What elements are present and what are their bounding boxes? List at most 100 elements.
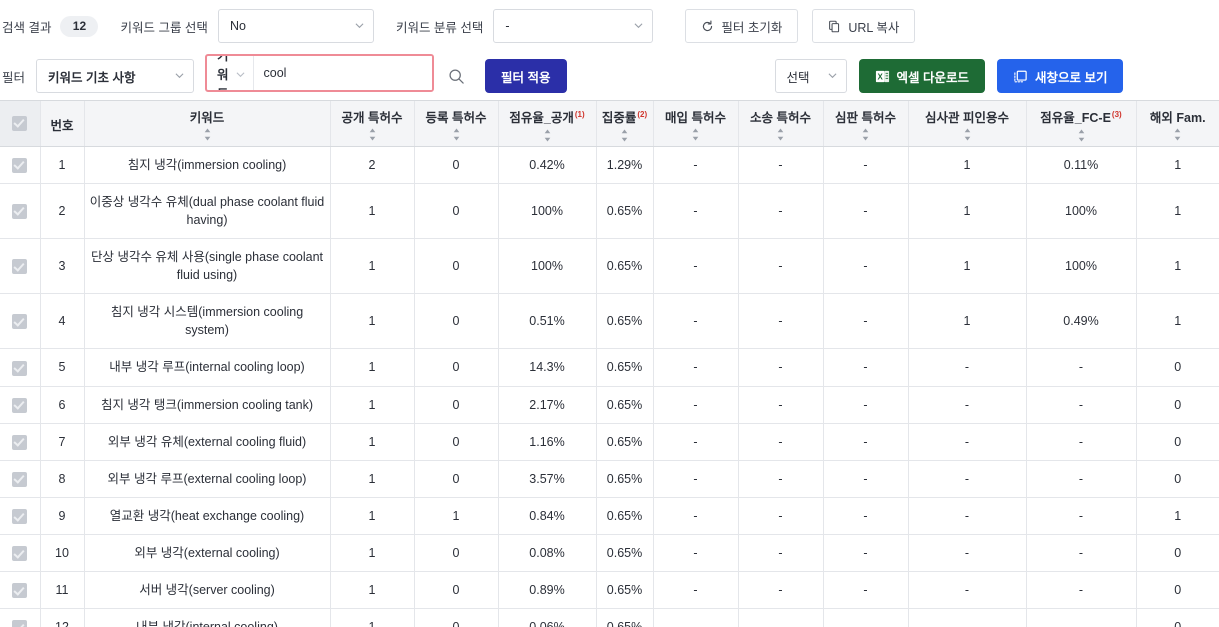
cell-registered-patents: 0 [414,146,499,184]
cell-keyword[interactable]: 외부 냉각 유체(external cooling fluid) [84,423,331,461]
sort-toggle-examiner-citations[interactable] [909,128,1026,145]
row-select-cell[interactable] [0,534,41,573]
sort-toggle-concentration[interactable] [597,129,653,146]
row-select-cell[interactable] [0,293,41,350]
row-select-cell[interactable] [0,146,41,184]
row-checkbox[interactable] [12,509,28,525]
excel-download-button[interactable]: X 엑셀 다운로드 [858,59,985,93]
row-checkbox[interactable] [12,546,28,562]
table-row[interactable]: 1 침지 냉각(immersion cooling) 2 0 0.42% 1.29% - - -… [0,146,1219,184]
sort-toggle-public-patents[interactable] [331,128,414,145]
table-row[interactable]: 10 외부 냉각(external cooling) 1 0 0.08% 0.65% - - -… [0,534,1219,573]
cell-keyword[interactable]: 내부 냉각 루프(internal cooling loop) [84,348,331,387]
table-row[interactable]: 11 서버 냉각(server cooling) 1 0 0.89% 0.65% - - - - -… [0,571,1219,610]
table-row[interactable]: 2 이중상 냉각수 유체(dual phase coolant fluid hav… [0,183,1219,239]
row-checkbox[interactable] [12,434,28,450]
row-checkbox[interactable] [12,203,28,219]
column-header-no-label: 번호 [50,119,74,134]
cell-keyword[interactable]: 이중상 냉각수 유체(dual phase coolant fluid havi… [84,183,331,239]
filter-field-select[interactable]: 키워드 기초 사항 [36,59,195,93]
row-select-cell[interactable] [0,460,41,498]
row-checkbox[interactable] [12,259,28,275]
cell-keyword[interactable]: 외부 냉각(external cooling) [84,534,331,573]
cell-keyword[interactable]: 내부 냉각(internal cooling) [84,608,331,627]
open-new-window-button[interactable]: 새창으로 보기 [996,59,1124,93]
cell-keyword[interactable]: 침지 냉각(immersion cooling) [84,146,331,184]
cell-registered-patents: 0 [414,534,499,573]
bulk-action-select[interactable]: 선택 [774,59,847,93]
table-row[interactable]: 8 외부 냉각 루프(external cooling loop) 1 0 3.57% 0… [0,460,1219,498]
cell-keyword[interactable]: 침지 냉각 탱크(immersion cooling tank) [84,386,331,424]
row-select-cell[interactable] [0,183,41,239]
cell-keyword[interactable]: 단상 냉각수 유체 사용(single phase coolant fluid … [84,238,331,295]
chevron-down-icon [175,71,184,80]
row-select-cell[interactable] [0,423,41,461]
apply-filter-button[interactable]: 필터 적용 [485,59,567,93]
table-row[interactable]: 12내부 냉각(internal cooling)100.06%0.65%---… [0,608,1219,627]
select-all-header[interactable] [0,101,41,147]
table-body: 1 침지 냉각(immersion cooling) 2 0 0.42% 1.29% - - -… [0,146,1219,627]
column-header-keyword-label: 키워드 [189,110,225,125]
row-select-cell[interactable] [0,497,41,536]
open-new-window-label: 새창으로 보기 [1034,70,1108,85]
row-select-cell[interactable] [0,348,41,387]
table-row[interactable]: 3 단상 냉각수 유체 사용(single phase coolant fluid… [0,238,1219,295]
bulk-action-select-value: 선택 [786,70,810,85]
sort-toggle-overseas-fam[interactable] [1137,128,1219,145]
table-row[interactable]: 5 내부 냉각 루프(internal cooling loop) 1 0 14.3% 0… [0,348,1219,387]
row-checkbox[interactable] [12,397,28,413]
row-checkbox[interactable] [12,157,28,173]
filter-keyword-input[interactable] [253,56,432,90]
row-checkbox[interactable] [12,360,28,376]
table-row[interactable]: 7 외부 냉각 유체(external cooling fluid) 1 0 1.16%… [0,423,1219,461]
column-header-no: 번호 [40,101,85,147]
sort-toggle-registered-patents[interactable] [415,128,498,145]
row-select-cell[interactable] [0,608,41,627]
row-checkbox[interactable] [12,314,28,330]
row-select-cell[interactable] [0,238,41,295]
copy-url-button[interactable]: URL 복사 [812,9,916,43]
table-row[interactable]: 4 침지 냉각 시스템(immersion cooling system) 1 0 0.… [0,293,1219,350]
row-checkbox[interactable] [12,583,28,599]
sort-toggle-trial-patents[interactable] [824,128,908,145]
cell-examiner-citations: 1 [908,293,1027,350]
search-button[interactable] [439,59,473,93]
row-select-cell[interactable] [0,386,41,424]
sort-toggle-litigation-patents[interactable] [739,128,823,145]
row-checkbox[interactable] [12,471,28,487]
keyword-class-select[interactable]: - [493,9,654,43]
column-header-litigation-patents-label: 소송 특허수 [750,110,811,125]
cell-examiner-citations: - [908,534,1027,573]
row-select-cell[interactable] [0,571,41,610]
sort-toggle-share-public[interactable] [499,129,596,146]
column-header-share-fce-label: 점유율_FC-E(3) [1027,101,1136,129]
cell-concentration: 0.65% [596,571,654,610]
sort-toggle-purchase-patents[interactable] [654,128,738,145]
cell-keyword[interactable]: 외부 냉각 루프(external cooling loop) [84,460,331,498]
cell-registered-patents: 0 [414,386,499,424]
cell-examiner-citations: 1 [908,183,1027,239]
toolbar-row-filter: 필터 키워드 기초 사항 필터 적용 선택 X 엑셀 다운로드 새창으로 보기 [0,52,1219,100]
sort-toggle-share-fce[interactable] [1027,129,1136,146]
reset-filter-button[interactable]: 필터 초기화 [685,9,799,43]
row-checkbox[interactable] [12,620,28,627]
cell-share-fce: 0.11% [1026,146,1137,184]
cell-overseas-fam: 1 [1136,293,1219,350]
cell-keyword[interactable]: 서버 냉각(server cooling) [84,571,331,610]
cell-keyword[interactable]: 열교환 냉각(heat exchange cooling) [84,497,331,536]
cell-purchase-patents: - [653,183,739,239]
keyword-group-select[interactable]: No [217,9,374,43]
cell-purchase-patents: - [653,348,739,387]
cell-keyword[interactable]: 침지 냉각 시스템(immersion cooling system) [84,293,331,350]
sort-toggle-keyword[interactable] [85,128,330,145]
filter-keyword-select[interactable]: 키워드 [207,56,254,90]
cell-concentration: 0.65% [596,534,654,573]
select-all-checkbox[interactable] [12,115,28,131]
cell-trial-patents: - [823,534,909,573]
cell-share-public: 0.84% [498,497,597,536]
cell-overseas-fam: 0 [1136,608,1219,627]
column-header-share-fce-text: 점유율_FC-E [1040,111,1111,126]
table-row[interactable]: 9 열교환 냉각(heat exchange cooling) 1 1 0.84% 0.6… [0,497,1219,536]
table-row[interactable]: 6 침지 냉각 탱크(immersion cooling tank) 1 0 2.17%… [0,386,1219,424]
cell-concentration: 0.65% [596,423,654,461]
